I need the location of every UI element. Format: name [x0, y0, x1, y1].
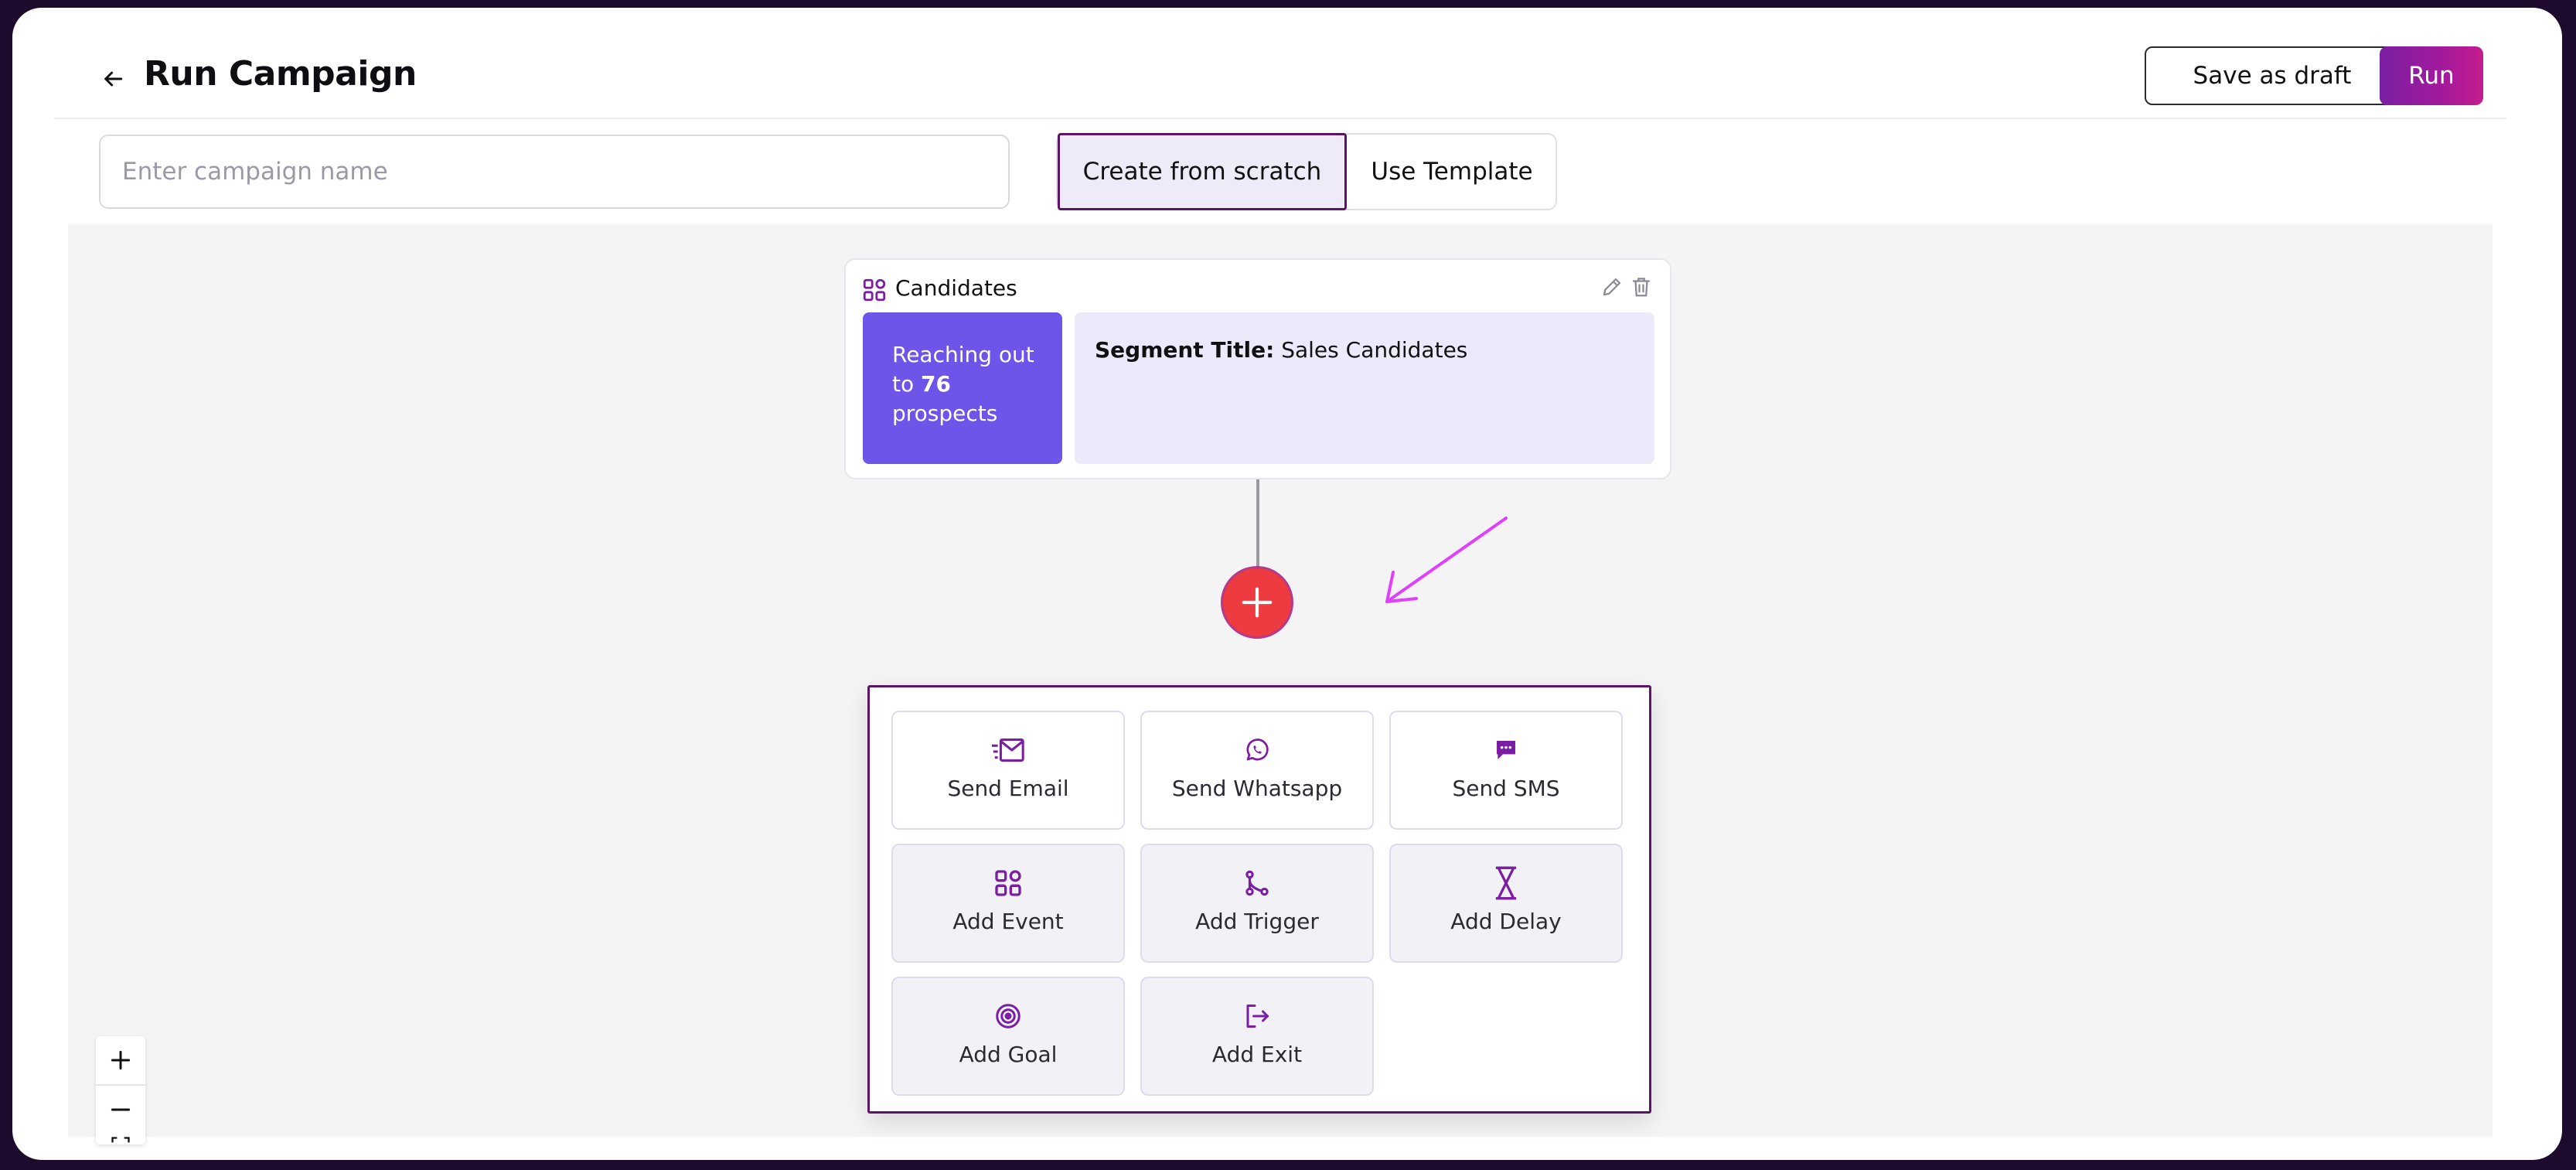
mode-toggle: Create from scratch Use Template — [1056, 133, 1557, 210]
flow-canvas[interactable]: Candidates Reaching out to 76 prospects … — [68, 224, 2493, 1144]
zoom-in-button[interactable] — [96, 1036, 145, 1084]
fit-view-button[interactable] — [96, 1132, 145, 1148]
hourglass-icon — [1495, 866, 1517, 900]
add-delay-label: Add Delay — [1450, 909, 1562, 934]
send-email-label: Send Email — [947, 776, 1069, 801]
add-trigger-item[interactable]: Add Trigger — [1140, 844, 1374, 963]
add-exit-label: Add Exit — [1211, 1042, 1303, 1067]
add-exit-item[interactable]: Add Exit — [1140, 977, 1374, 1096]
add-delay-item[interactable]: Add Delay — [1389, 844, 1623, 963]
create-from-scratch-option[interactable]: Create from scratch — [1058, 133, 1347, 210]
add-step-button[interactable] — [1221, 566, 1293, 639]
use-template-option[interactable]: Use Template — [1347, 135, 1557, 209]
add-goal-label: Add Goal — [959, 1042, 1058, 1067]
header: Run Campaign Save as draft Run — [54, 34, 2506, 119]
grid-shapes-icon — [863, 278, 886, 302]
reach-card: Reaching out to 76 prospects — [863, 312, 1062, 464]
whatsapp-icon — [1246, 738, 1269, 761]
reach-count: 76 — [921, 371, 951, 397]
minus-icon — [111, 1108, 131, 1111]
segment-label: Segment Title: — [1095, 337, 1275, 363]
trigger-icon — [1245, 870, 1269, 896]
window-frame: Run Campaign Save as draft Run Create fr… — [12, 8, 2562, 1160]
target-icon — [996, 1004, 1021, 1028]
trash-icon[interactable] — [1630, 275, 1653, 298]
plus-icon — [1242, 587, 1273, 618]
event-icon — [995, 870, 1021, 896]
save-draft-button[interactable]: Save as draft — [2145, 46, 2400, 105]
email-icon — [991, 738, 1024, 762]
action-menu: Send Email Send Whatsapp Send SMS Add Ev… — [867, 685, 1651, 1114]
sms-icon — [1497, 741, 1515, 759]
segment-value: Sales Candidates — [1281, 337, 1468, 363]
segment-card: Segment Title: Sales Candidates — [1075, 312, 1654, 464]
add-trigger-label: Add Trigger — [1195, 909, 1319, 934]
add-event-label: Add Event — [952, 909, 1064, 934]
fit-view-icon — [111, 1137, 130, 1143]
send-sms-label: Send SMS — [1452, 776, 1560, 801]
page-title: Run Campaign — [144, 54, 417, 94]
campaign-name-input[interactable] — [99, 135, 1010, 209]
reach-prefix: Reaching out to — [892, 342, 1034, 397]
candidates-node[interactable]: Candidates Reaching out to 76 prospects … — [844, 258, 1671, 479]
node-title: Candidates — [895, 275, 1017, 301]
annotation-arrow — [1385, 517, 1508, 603]
pencil-icon[interactable] — [1600, 275, 1624, 298]
flow-connector — [1256, 479, 1259, 571]
plus-icon — [111, 1050, 131, 1070]
back-button[interactable] — [97, 63, 128, 94]
send-whatsapp-label: Send Whatsapp — [1171, 776, 1343, 801]
send-sms-item[interactable]: Send SMS — [1389, 711, 1623, 830]
send-whatsapp-item[interactable]: Send Whatsapp — [1140, 711, 1374, 830]
exit-icon — [1246, 1005, 1269, 1028]
arrow-left-icon — [104, 71, 123, 87]
reach-suffix: prospects — [892, 401, 998, 426]
add-goal-item[interactable]: Add Goal — [891, 977, 1125, 1096]
zoom-controls — [96, 1036, 145, 1144]
run-button[interactable]: Run — [2380, 46, 2483, 105]
app: Run Campaign Save as draft Run Create fr… — [54, 34, 2506, 1144]
send-email-item[interactable]: Send Email — [891, 711, 1125, 830]
zoom-out-button[interactable] — [96, 1086, 145, 1134]
add-event-item[interactable]: Add Event — [891, 844, 1125, 963]
